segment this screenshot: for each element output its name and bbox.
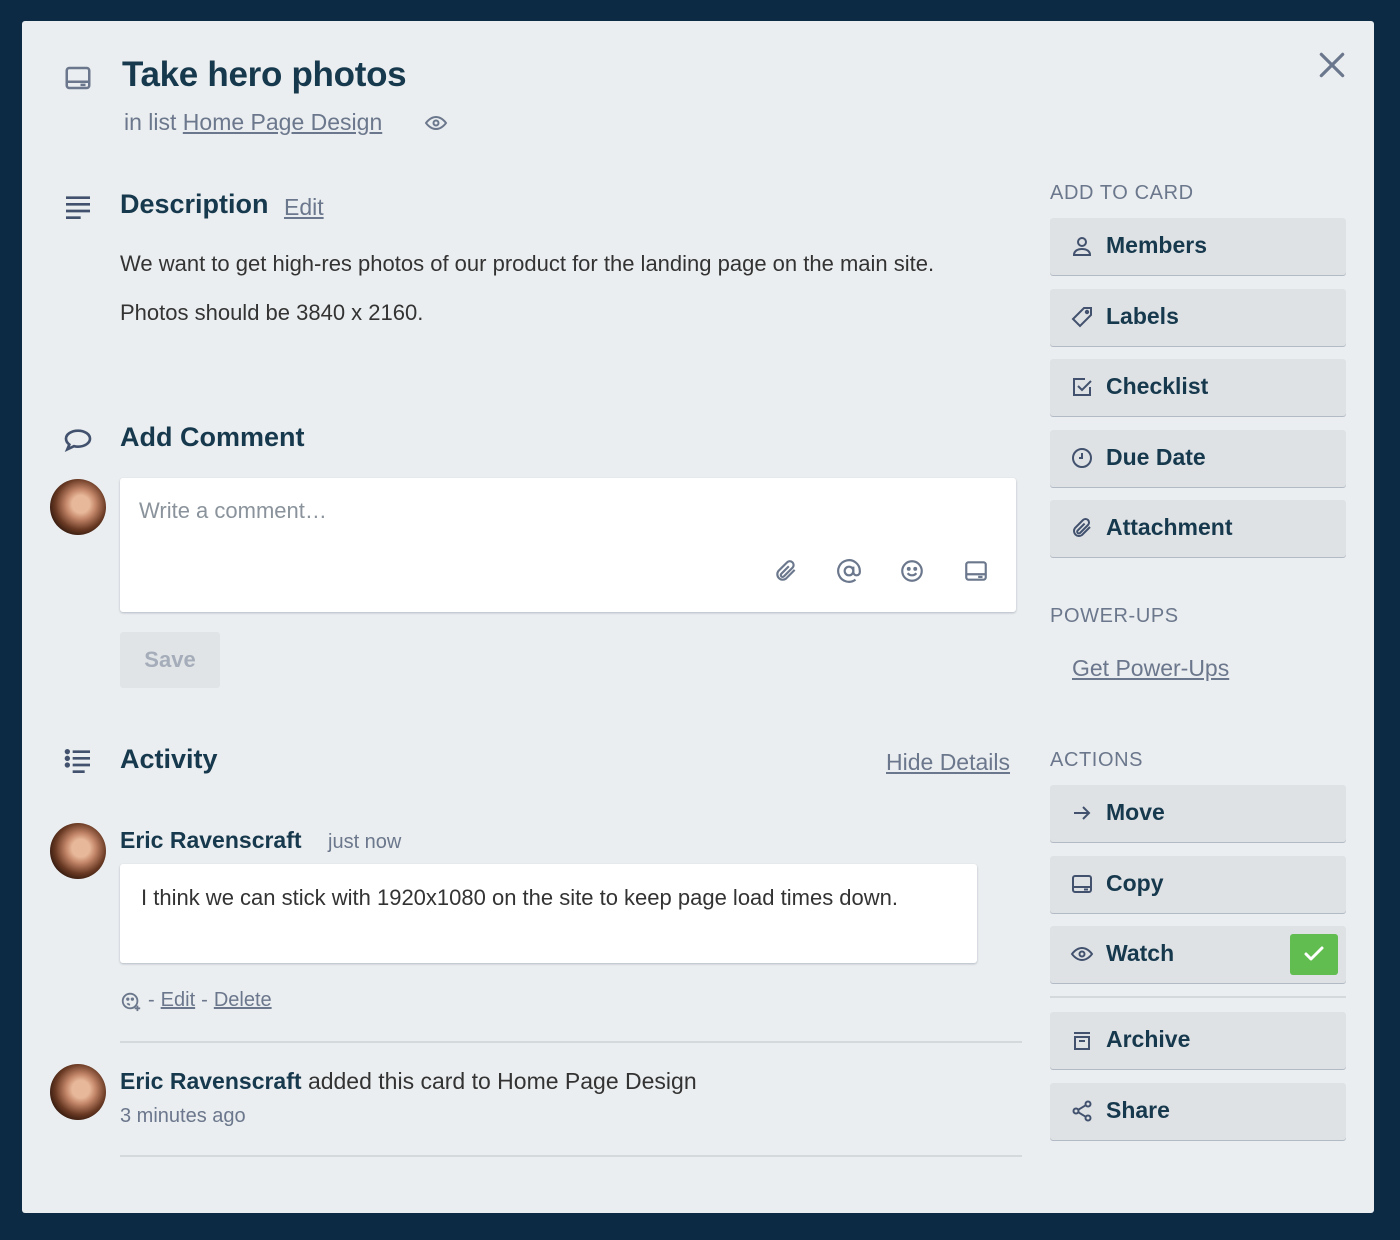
event-author[interactable]: Eric Ravenscraft bbox=[120, 1068, 302, 1094]
comment-edit-link[interactable]: Edit bbox=[161, 989, 195, 1012]
archive-icon bbox=[1074, 1032, 1090, 1050]
due-date-label: Due Date bbox=[1106, 444, 1206, 470]
list-prefix: in list bbox=[124, 109, 177, 135]
comment-input[interactable] bbox=[120, 478, 1016, 568]
archive-label: Archive bbox=[1106, 1026, 1191, 1052]
watch-checked-badge bbox=[1290, 934, 1338, 975]
actions-heading: ACTIONS bbox=[1050, 749, 1144, 771]
event-timestamp[interactable]: 3 minutes ago bbox=[120, 1105, 246, 1128]
hide-details-link[interactable]: Hide Details bbox=[886, 749, 1010, 776]
move-label: Move bbox=[1106, 799, 1165, 825]
description-title: Description bbox=[120, 189, 269, 219]
checklist-button[interactable]: Checklist bbox=[1050, 359, 1346, 416]
close-icon[interactable] bbox=[1316, 49, 1348, 81]
separator: - bbox=[201, 989, 208, 1011]
labels-label: Labels bbox=[1106, 303, 1179, 329]
clock-icon bbox=[1072, 448, 1092, 468]
add-to-card-heading: ADD TO CARD bbox=[1050, 182, 1194, 204]
labels-button[interactable]: Labels bbox=[1050, 289, 1346, 346]
separator: - bbox=[148, 989, 155, 1011]
add-reaction-icon[interactable] bbox=[120, 990, 142, 1012]
due-date-button[interactable]: Due Date bbox=[1050, 430, 1346, 487]
card-icon[interactable] bbox=[963, 558, 989, 584]
checkbox-icon bbox=[1073, 378, 1092, 396]
eye-icon bbox=[424, 115, 448, 131]
members-button[interactable]: Members bbox=[1050, 218, 1346, 275]
description-paragraph: We want to get high-res photos of our pr… bbox=[120, 251, 935, 276]
move-button[interactable]: Move bbox=[1050, 785, 1346, 842]
comment-text: I think we can stick with 1920x1080 on t… bbox=[120, 864, 977, 963]
comment-composer bbox=[120, 478, 1016, 612]
comment-author[interactable]: Eric Ravenscraft bbox=[120, 827, 302, 854]
power-ups-heading: POWER-UPS bbox=[1050, 605, 1179, 627]
event-action: added this card to Home Page Design bbox=[307, 1068, 697, 1094]
mention-icon[interactable] bbox=[836, 558, 862, 584]
person-icon bbox=[1072, 237, 1092, 256]
eye-icon bbox=[1070, 946, 1094, 962]
activity-event: Eric Ravenscraft added this card to Home… bbox=[120, 1068, 697, 1095]
attachment-button[interactable]: Attachment bbox=[1050, 500, 1346, 557]
watch-label: Watch bbox=[1106, 940, 1175, 966]
paperclip-icon bbox=[1073, 517, 1091, 537]
attachment-label: Attachment bbox=[1106, 514, 1233, 540]
card-icon bbox=[65, 66, 91, 90]
card-detail-modal: Take hero photos in list Home Page Desig… bbox=[22, 21, 1374, 1213]
copy-label: Copy bbox=[1106, 870, 1164, 896]
comment-delete-link[interactable]: Delete bbox=[214, 989, 272, 1012]
share-icon bbox=[1072, 1100, 1092, 1122]
divider bbox=[120, 1155, 1022, 1157]
members-label: Members bbox=[1106, 232, 1207, 258]
card-title[interactable]: Take hero photos bbox=[122, 55, 407, 95]
share-label: Share bbox=[1106, 1097, 1170, 1123]
divider bbox=[1050, 996, 1346, 998]
avatar bbox=[50, 823, 106, 879]
share-button[interactable]: Share bbox=[1050, 1083, 1346, 1140]
description-edit-link[interactable]: Edit bbox=[284, 194, 324, 221]
tag-icon bbox=[1071, 307, 1092, 328]
checklist-label: Checklist bbox=[1106, 373, 1209, 399]
activity-title: Activity bbox=[120, 744, 218, 774]
add-comment-title: Add Comment bbox=[120, 422, 305, 452]
activity-icon bbox=[64, 749, 90, 773]
description-icon bbox=[66, 196, 90, 219]
comment-actions: - Edit - Delete bbox=[120, 989, 272, 1012]
checkmark-icon bbox=[1304, 946, 1324, 961]
save-button[interactable]: Save bbox=[120, 632, 220, 688]
description-body: We want to get high-res photos of our pr… bbox=[120, 246, 1000, 330]
comment-timestamp[interactable]: just now bbox=[328, 831, 401, 854]
arrow-right-icon bbox=[1074, 806, 1091, 820]
archive-button[interactable]: Archive bbox=[1050, 1012, 1346, 1069]
description-paragraph: Photos should be 3840 x 2160. bbox=[120, 300, 424, 325]
get-power-ups-link[interactable]: Get Power-Ups bbox=[1072, 655, 1229, 682]
avatar bbox=[50, 1064, 106, 1120]
emoji-icon[interactable] bbox=[899, 558, 925, 584]
comment-icon bbox=[64, 429, 92, 453]
paperclip-icon[interactable] bbox=[773, 558, 799, 584]
watch-button[interactable]: Watch bbox=[1050, 926, 1346, 983]
copy-button[interactable]: Copy bbox=[1050, 856, 1346, 913]
avatar bbox=[50, 479, 106, 535]
list-link[interactable]: Home Page Design bbox=[183, 109, 382, 135]
divider bbox=[120, 1041, 1022, 1043]
list-breadcrumb: in list Home Page Design bbox=[124, 109, 382, 136]
card-icon bbox=[1072, 875, 1092, 893]
